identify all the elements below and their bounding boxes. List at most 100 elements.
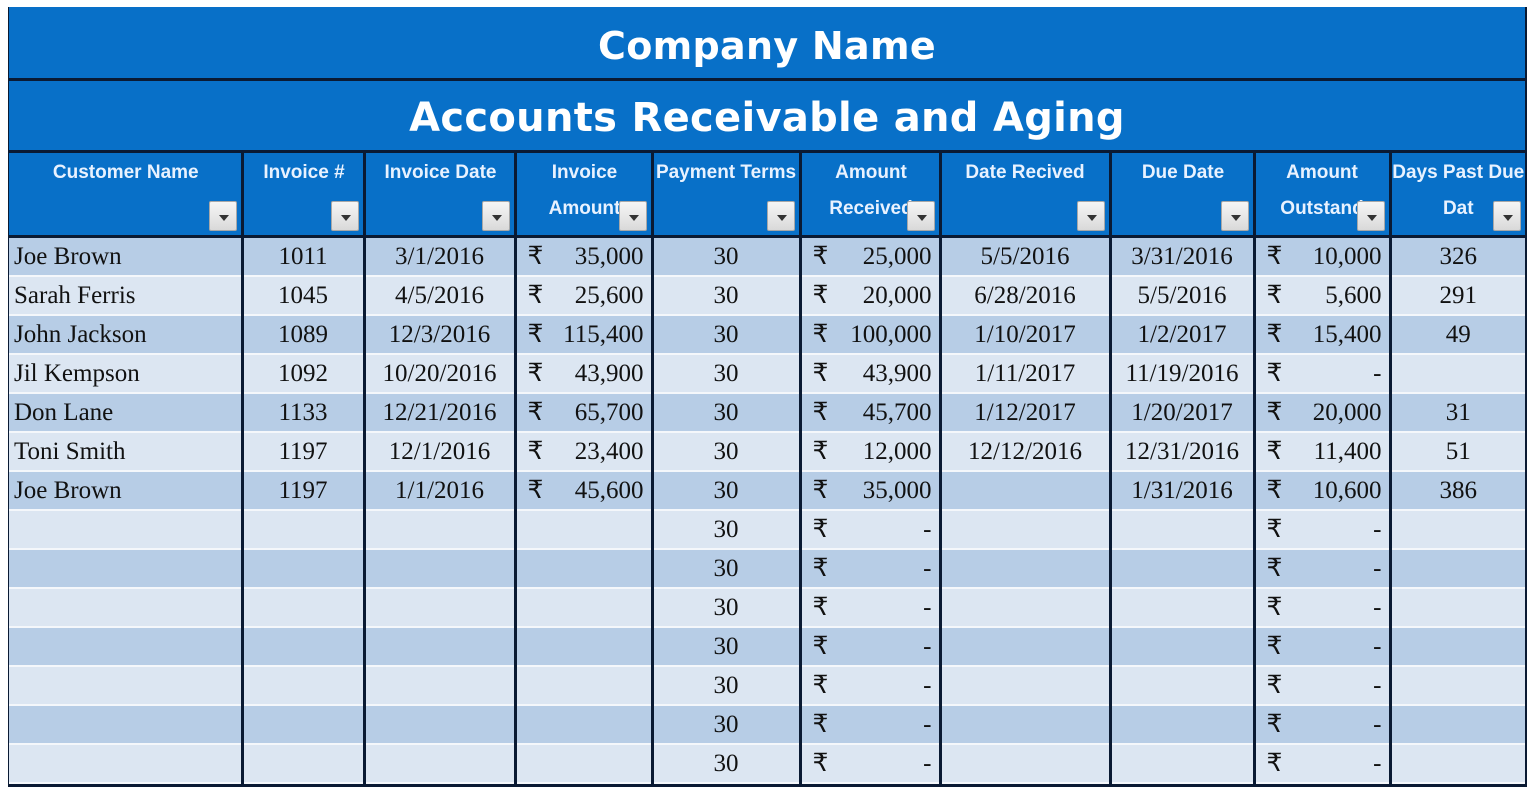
filter-dropdown-button[interactable] <box>1356 201 1385 231</box>
cell-customer[interactable]: Joe Brown <box>9 236 244 277</box>
cell-invoice-amount[interactable] <box>515 549 654 589</box>
cell-invoice-amount[interactable] <box>515 588 654 628</box>
cell-customer[interactable] <box>9 666 244 706</box>
cell-date-received[interactable] <box>940 588 1112 628</box>
cell-amount-received[interactable]: ₹20,000 <box>800 276 942 316</box>
cell-amount-outstanding[interactable]: ₹10,600 <box>1254 471 1392 511</box>
cell-date-received[interactable] <box>940 666 1112 706</box>
cell-amount-outstanding[interactable]: ₹ - <box>1254 510 1392 550</box>
cell-customer[interactable] <box>9 549 244 589</box>
column-header-amount-outstanding[interactable]: Amount Outstand <box>1254 153 1392 238</box>
cell-payment-terms[interactable]: 30 <box>652 432 802 472</box>
cell-customer[interactable]: Sarah Ferris <box>9 276 244 316</box>
cell-payment-terms[interactable]: 30 <box>652 276 802 316</box>
cell-invoice-no[interactable] <box>242 510 366 550</box>
cell-amount-outstanding[interactable]: ₹20,000 <box>1254 393 1392 433</box>
column-header-amount-received[interactable]: Amount Received <box>800 153 942 238</box>
cell-invoice-date[interactable] <box>364 744 517 784</box>
cell-due-date[interactable] <box>1110 627 1256 667</box>
cell-days-past-due[interactable] <box>1390 510 1525 550</box>
cell-invoice-no[interactable] <box>242 588 366 628</box>
cell-invoice-date[interactable]: 12/3/2016 <box>364 315 517 355</box>
cell-invoice-date[interactable]: 1/1/2016 <box>364 471 517 511</box>
cell-invoice-amount[interactable] <box>515 627 654 667</box>
cell-amount-outstanding[interactable]: ₹ - <box>1254 588 1392 628</box>
cell-invoice-amount[interactable]: ₹25,600 <box>515 276 654 316</box>
cell-invoice-no[interactable]: 1197 <box>242 432 366 472</box>
cell-days-past-due[interactable]: 326 <box>1390 236 1525 277</box>
cell-invoice-no[interactable] <box>242 744 366 784</box>
column-header-days-past-due[interactable]: Days Past Due Dat <box>1390 153 1525 238</box>
cell-days-past-due[interactable]: 291 <box>1390 276 1525 316</box>
cell-invoice-amount[interactable] <box>515 744 654 784</box>
cell-amount-received[interactable]: ₹ - <box>800 549 942 589</box>
column-header-invoice-date[interactable]: Invoice Date <box>364 153 517 238</box>
cell-invoice-amount[interactable]: ₹115,400 <box>515 315 654 355</box>
filter-dropdown-button[interactable] <box>481 201 510 231</box>
cell-date-received[interactable]: 1/11/2017 <box>940 354 1112 394</box>
cell-invoice-amount[interactable]: ₹43,900 <box>515 354 654 394</box>
cell-payment-terms[interactable]: 30 <box>652 549 802 589</box>
report-title[interactable]: Accounts Receivable and Aging <box>9 81 1525 153</box>
filter-dropdown-button[interactable] <box>330 201 359 231</box>
cell-invoice-no[interactable]: 1011 <box>242 236 366 277</box>
company-name-title[interactable]: Company Name <box>9 7 1525 81</box>
cell-invoice-date[interactable]: 12/1/2016 <box>364 432 517 472</box>
cell-days-past-due[interactable] <box>1390 666 1525 706</box>
cell-invoice-no[interactable] <box>242 705 366 745</box>
cell-days-past-due[interactable]: 31 <box>1390 393 1525 433</box>
cell-invoice-no[interactable]: 1089 <box>242 315 366 355</box>
column-header-invoice-no[interactable]: Invoice # <box>242 153 366 238</box>
cell-customer[interactable]: Don Lane <box>9 393 244 433</box>
cell-amount-received[interactable]: ₹25,000 <box>800 236 942 277</box>
cell-amount-received[interactable]: ₹45,700 <box>800 393 942 433</box>
cell-customer[interactable] <box>9 588 244 628</box>
cell-days-past-due[interactable]: 51 <box>1390 432 1525 472</box>
filter-dropdown-button[interactable] <box>766 201 795 231</box>
cell-invoice-date[interactable] <box>364 588 517 628</box>
cell-due-date[interactable]: 1/31/2016 <box>1110 471 1256 511</box>
column-header-due-date[interactable]: Due Date <box>1110 153 1256 238</box>
cell-payment-terms[interactable]: 30 <box>652 354 802 394</box>
cell-amount-outstanding[interactable]: ₹ - <box>1254 666 1392 706</box>
cell-invoice-amount[interactable] <box>515 705 654 745</box>
cell-due-date[interactable]: 1/20/2017 <box>1110 393 1256 433</box>
cell-invoice-amount[interactable] <box>515 666 654 706</box>
cell-invoice-amount[interactable] <box>515 510 654 550</box>
cell-customer[interactable]: John Jackson <box>9 315 244 355</box>
cell-amount-received[interactable]: ₹ - <box>800 588 942 628</box>
cell-days-past-due[interactable]: 386 <box>1390 471 1525 511</box>
cell-amount-outstanding[interactable]: ₹11,400 <box>1254 432 1392 472</box>
filter-dropdown-button[interactable] <box>208 201 237 231</box>
cell-payment-terms[interactable]: 30 <box>652 588 802 628</box>
filter-dropdown-button[interactable] <box>618 201 647 231</box>
cell-payment-terms[interactable]: 30 <box>652 393 802 433</box>
cell-invoice-date[interactable]: 3/1/2016 <box>364 236 517 277</box>
cell-amount-outstanding[interactable]: ₹ - <box>1254 549 1392 589</box>
cell-customer[interactable] <box>9 510 244 550</box>
cell-due-date[interactable] <box>1110 510 1256 550</box>
cell-days-past-due[interactable] <box>1390 744 1525 784</box>
cell-due-date[interactable]: 11/19/2016 <box>1110 354 1256 394</box>
cell-customer[interactable]: Joe Brown <box>9 471 244 511</box>
cell-payment-terms[interactable]: 30 <box>652 471 802 511</box>
cell-invoice-date[interactable] <box>364 549 517 589</box>
column-header-payment-terms[interactable]: Payment Terms <box>652 153 802 238</box>
column-header-date-received[interactable]: Date Recived <box>940 153 1112 238</box>
cell-invoice-date[interactable]: 4/5/2016 <box>364 276 517 316</box>
cell-due-date[interactable]: 12/31/2016 <box>1110 432 1256 472</box>
cell-date-received[interactable] <box>940 471 1112 511</box>
cell-invoice-no[interactable] <box>242 627 366 667</box>
cell-customer[interactable] <box>9 627 244 667</box>
cell-due-date[interactable] <box>1110 705 1256 745</box>
cell-days-past-due[interactable]: 49 <box>1390 315 1525 355</box>
cell-customer[interactable]: Jil Kempson <box>9 354 244 394</box>
cell-date-received[interactable] <box>940 744 1112 784</box>
cell-invoice-no[interactable] <box>242 666 366 706</box>
cell-invoice-date[interactable] <box>364 510 517 550</box>
cell-invoice-amount[interactable]: ₹35,000 <box>515 236 654 277</box>
cell-invoice-no[interactable]: 1092 <box>242 354 366 394</box>
cell-invoice-no[interactable]: 1197 <box>242 471 366 511</box>
column-header-customer[interactable]: Customer Name <box>9 153 244 238</box>
cell-amount-outstanding[interactable]: ₹5,600 <box>1254 276 1392 316</box>
